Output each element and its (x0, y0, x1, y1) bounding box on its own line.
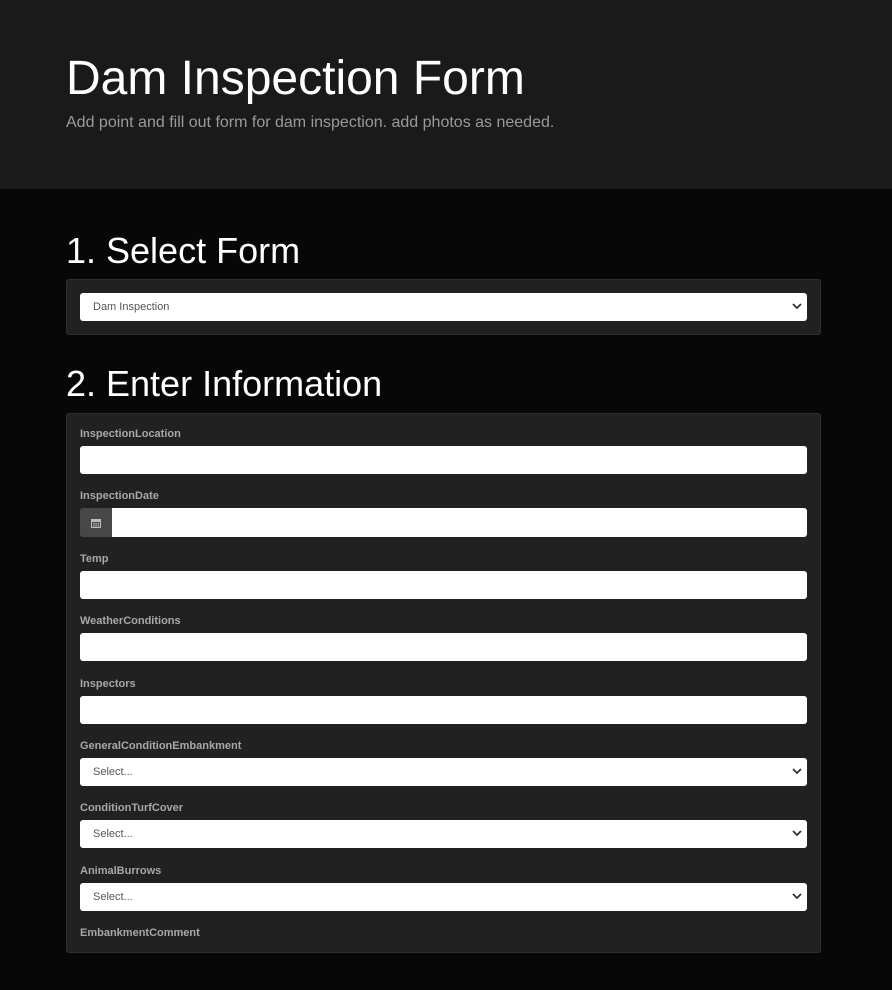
general-condition-embankment-value: Select... (93, 765, 133, 778)
inspection-location-label: InspectionLocation (80, 428, 181, 440)
condition-turf-cover-value: Select... (93, 828, 133, 841)
select-form-panel: Dam Inspection (66, 279, 821, 335)
animal-burrows-value: Select... (93, 890, 133, 903)
information-panel: InspectionLocation InspectionDate Temp W… (66, 413, 821, 953)
inspectors-input[interactable] (80, 695, 807, 724)
weather-conditions-input[interactable] (80, 633, 807, 662)
chevron-down-icon (792, 830, 802, 837)
page-header: Dam Inspection Form Add point and fill o… (0, 0, 892, 189)
inspection-date-group (80, 508, 807, 538)
field-animal-burrows: AnimalBurrows Select... (80, 865, 807, 927)
form-select-value: Dam Inspection (93, 301, 170, 313)
field-weather-conditions: WeatherConditions (80, 615, 807, 677)
chevron-down-icon (792, 303, 802, 310)
field-general-condition-embankment: GeneralConditionEmbankment Select... (80, 740, 807, 802)
field-embankment-comment: EmbankmentComment (80, 927, 807, 989)
chevron-down-icon (792, 768, 802, 775)
form-select[interactable]: Dam Inspection (80, 293, 807, 321)
temp-label: Temp (80, 552, 109, 565)
inspection-date-label: InspectionDate (80, 490, 159, 503)
page-title: Dam Inspection Form (66, 52, 525, 105)
general-condition-embankment-select[interactable]: Select... (80, 757, 807, 786)
inspection-location-input[interactable] (80, 446, 807, 474)
inspection-date-input[interactable] (112, 508, 807, 538)
weather-conditions-label: WeatherConditions (80, 615, 181, 628)
field-inspectors: Inspectors (80, 678, 807, 740)
field-inspection-date: InspectionDate (80, 490, 807, 552)
field-inspection-location: InspectionLocation (80, 428, 807, 490)
animal-burrows-label: AnimalBurrows (80, 864, 162, 877)
condition-turf-cover-select[interactable]: Select... (80, 820, 807, 849)
embankment-comment-label: EmbankmentComment (80, 927, 200, 940)
calendar-icon (91, 518, 101, 528)
calendar-button[interactable] (80, 508, 112, 538)
page-subtitle: Add point and fill out form for dam insp… (66, 114, 555, 131)
enter-information-title: 2. Enter Information (66, 363, 383, 404)
field-temp: Temp (80, 553, 807, 615)
animal-burrows-select[interactable]: Select... (80, 882, 807, 911)
general-condition-embankment-label: GeneralConditionEmbankment (80, 739, 242, 752)
condition-turf-cover-label: ConditionTurfCover (80, 802, 184, 815)
chevron-down-icon (792, 893, 802, 900)
select-form-title: 1. Select Form (66, 230, 301, 271)
main-content: 1. Select Form Dam Inspection 2. Enter I… (0, 189, 892, 953)
inspectors-label: Inspectors (80, 677, 136, 690)
temp-input[interactable] (80, 570, 807, 599)
field-condition-turf-cover: ConditionTurfCover Select... (80, 802, 807, 864)
